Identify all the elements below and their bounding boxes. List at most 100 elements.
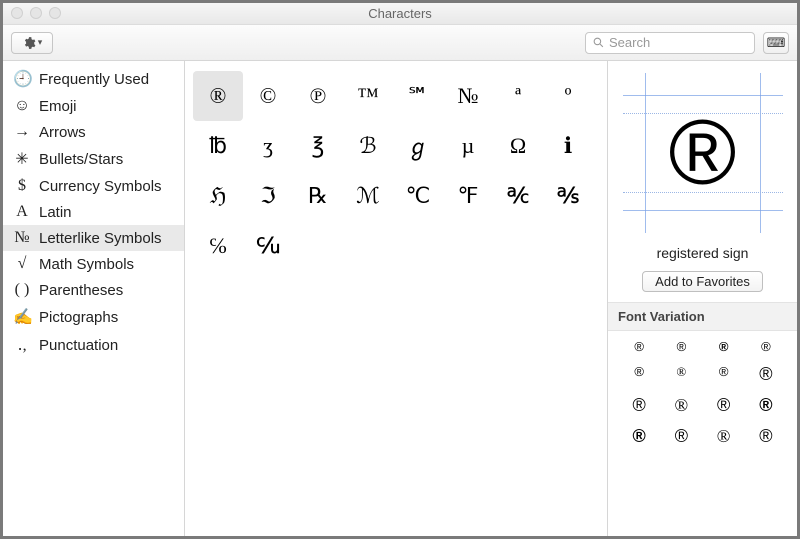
char-cell[interactable]: º (543, 71, 593, 121)
sidebar-item-label: Parentheses (39, 282, 123, 299)
char-cell[interactable]: ℆ (243, 221, 293, 271)
char-cell[interactable]: ™ (343, 71, 393, 121)
sidebar-item-bullets-stars[interactable]: ✳ Bullets/Stars (3, 145, 184, 173)
sidebar-item-arrows[interactable]: → Arrows (3, 119, 184, 145)
letter-a-icon: A (13, 203, 31, 221)
char-cell[interactable]: ℹ (543, 121, 593, 171)
char-cell[interactable]: ℌ (193, 171, 243, 221)
font-variation-cell[interactable]: ® (660, 364, 702, 385)
sidebar-item-label: Frequently Used (39, 71, 149, 88)
content: 🕘 Frequently Used ☺ Emoji → Arrows ✳ Bul… (3, 61, 797, 536)
search-placeholder: Search (609, 35, 650, 50)
keyboard-viewer-button[interactable]: ⌨︎ (763, 32, 789, 54)
char-cell[interactable]: ℑ (243, 171, 293, 221)
add-to-favorites-button[interactable]: Add to Favorites (642, 271, 763, 292)
parentheses-icon: ( ) (13, 281, 31, 299)
font-variation-cell[interactable]: ® (745, 364, 787, 385)
gear-icon (22, 36, 36, 50)
sidebar-item-label: Math Symbols (39, 256, 134, 273)
char-cell[interactable]: µ (443, 121, 493, 171)
char-cell[interactable]: ℗ (293, 71, 343, 121)
sidebar-item-label: Pictographs (39, 309, 118, 326)
sidebar-item-pictographs[interactable]: ✍ Pictographs (3, 303, 184, 331)
window-controls (11, 7, 61, 19)
character-name: registered sign (608, 245, 797, 261)
char-cell[interactable]: ℃ (393, 171, 443, 221)
char-cell[interactable]: ℁ (543, 171, 593, 221)
char-cell[interactable]: № (443, 71, 493, 121)
sqrt-icon: √ (13, 255, 31, 273)
font-variation-cell[interactable]: ® (745, 395, 787, 416)
char-cell[interactable]: ® (193, 71, 243, 121)
sidebar: 🕘 Frequently Used ☺ Emoji → Arrows ✳ Bul… (3, 61, 185, 536)
font-variation-cell[interactable]: ® (660, 395, 702, 416)
font-variation-grid: ® ® ® ® ® ® ® ® ® ® ® ® ® ® ® ® (608, 331, 797, 455)
sidebar-item-label: Emoji (39, 98, 77, 115)
arrow-icon: → (13, 123, 31, 141)
character-viewer-window: Characters ▾ Search ⌨︎ 🕘 Frequently Used… (0, 0, 800, 539)
close-button[interactable] (11, 7, 23, 19)
font-variation-cell[interactable]: ® (618, 339, 660, 354)
search-icon (592, 36, 605, 49)
font-variation-cell[interactable]: ® (703, 426, 745, 447)
char-cell[interactable]: ℅ (193, 221, 243, 271)
detail-panel: ® registered sign Add to Favorites Font … (607, 61, 797, 536)
sidebar-item-letterlike[interactable]: № Letterlike Symbols (3, 225, 184, 251)
font-variation-cell[interactable]: ® (618, 395, 660, 416)
search-input[interactable]: Search (585, 32, 755, 54)
emoji-icon: ☺ (13, 97, 31, 115)
char-cell[interactable]: ℊ (393, 121, 443, 171)
char-cell[interactable]: ℞ (293, 171, 343, 221)
sidebar-item-label: Letterlike Symbols (39, 230, 162, 247)
minimize-button[interactable] (30, 7, 42, 19)
sidebar-item-math[interactable]: √ Math Symbols (3, 251, 184, 277)
font-variation-cell[interactable]: ® (703, 364, 745, 385)
font-variation-cell[interactable]: ® (703, 339, 745, 354)
sidebar-item-label: Punctuation (39, 337, 118, 354)
char-cell[interactable]: ℳ (343, 171, 393, 221)
punctuation-icon: ․, (13, 335, 31, 355)
sidebar-item-frequently-used[interactable]: 🕘 Frequently Used (3, 65, 184, 93)
char-cell[interactable]: ℔ (193, 121, 243, 171)
settings-menu-button[interactable]: ▾ (11, 32, 53, 54)
sidebar-item-label: Latin (39, 204, 72, 221)
star-icon: ✳ (13, 149, 31, 169)
sidebar-item-latin[interactable]: A Latin (3, 199, 184, 225)
sidebar-item-emoji[interactable]: ☺ Emoji (3, 93, 184, 119)
font-variation-cell[interactable]: ® (618, 426, 660, 447)
char-cell[interactable]: © (243, 71, 293, 121)
pictograph-icon: ✍ (13, 307, 31, 327)
char-cell[interactable]: ℉ (443, 171, 493, 221)
char-cell[interactable]: Ω (493, 121, 543, 171)
sidebar-item-currency[interactable]: $ Currency Symbols (3, 173, 184, 199)
zoom-button[interactable] (49, 7, 61, 19)
sidebar-item-label: Arrows (39, 124, 86, 141)
font-variation-cell[interactable]: ® (660, 426, 702, 447)
toolbar: ▾ Search ⌨︎ (3, 25, 797, 61)
window-title: Characters (368, 6, 432, 21)
font-variation-cell[interactable]: ® (703, 395, 745, 416)
font-variation-cell[interactable]: ® (618, 364, 660, 385)
font-variation-cell[interactable]: ® (745, 339, 787, 354)
sidebar-item-parentheses[interactable]: ( ) Parentheses (3, 277, 184, 303)
titlebar: Characters (3, 3, 797, 25)
char-cell[interactable]: ℬ (343, 121, 393, 171)
glyph: ® (669, 101, 737, 206)
font-variation-cell[interactable]: ® (745, 426, 787, 447)
char-cell[interactable]: ℀ (493, 171, 543, 221)
char-cell[interactable]: ª (493, 71, 543, 121)
sidebar-item-label: Currency Symbols (39, 178, 162, 195)
font-variation-cell[interactable]: ® (660, 339, 702, 354)
keyboard-icon: ⌨︎ (767, 35, 786, 51)
numero-icon: № (13, 229, 31, 247)
chevron-down-icon: ▾ (38, 37, 43, 48)
char-cell[interactable]: ℥ (293, 121, 343, 171)
font-variation-header: Font Variation (608, 302, 797, 331)
sidebar-item-label: Bullets/Stars (39, 151, 123, 168)
character-grid: ® © ℗ ™ ℠ № ª º ℔ ʒ ℥ ℬ ℊ µ Ω ℹ ℌ ℑ (185, 61, 607, 536)
sidebar-item-punctuation[interactable]: ․, Punctuation (3, 331, 184, 359)
char-cell[interactable]: ʒ (243, 121, 293, 171)
char-cell[interactable]: ℠ (393, 71, 443, 121)
clock-icon: 🕘 (13, 69, 31, 89)
glyph-preview: ® (623, 73, 783, 233)
